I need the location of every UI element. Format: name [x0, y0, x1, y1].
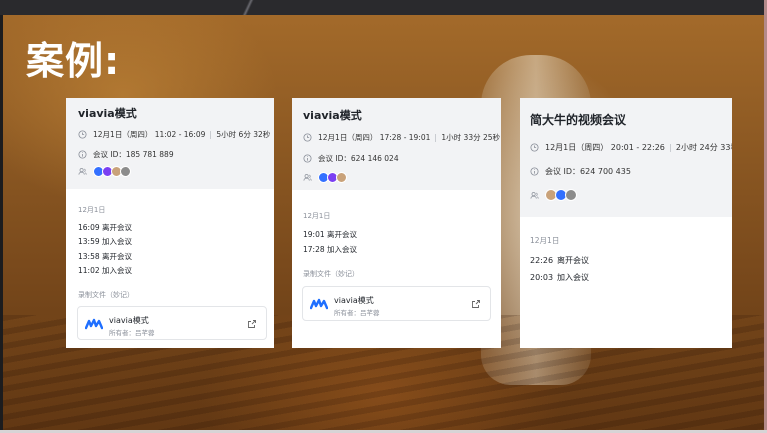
info-icon	[530, 167, 539, 176]
file-name: viavia模式	[334, 296, 374, 305]
meeting-time: 12月1日（周四） 20:01 - 22:26	[545, 143, 665, 152]
participants-row[interactable]	[303, 172, 347, 183]
meeting-card-header: viavia模式 12月1日（周四） 17:28 - 19:01 1小时 33分…	[292, 98, 501, 190]
recording-file[interactable]: viavia模式 所有者：吕芊蓉	[77, 306, 267, 340]
event-row: 13:59 加入会议	[78, 237, 132, 246]
file-owner: 所有者：吕芊蓉	[334, 309, 380, 317]
meeting-time-row: 12月1日（周四） 20:01 - 22:26 2小时 24分 33秒	[530, 142, 732, 153]
avatar[interactable]	[336, 172, 347, 183]
minutes-logo-icon	[310, 298, 328, 310]
window-top-bar	[0, 0, 767, 15]
event-date: 12月1日	[78, 206, 106, 214]
divider	[669, 143, 671, 152]
event-date: 12月1日	[530, 236, 560, 245]
meeting-id: 会议 ID：624 146 024	[318, 154, 399, 163]
participant-avatars[interactable]	[93, 166, 131, 177]
recording-section-title: 录制文件（妙记）	[303, 270, 359, 278]
meeting-card[interactable]: 简大牛的视频会议 12月1日（周四） 20:01 - 22:26 2小时 24分…	[520, 98, 732, 348]
divider	[435, 133, 437, 142]
event-row: 20:03 加入会议	[530, 273, 589, 282]
clock-icon	[303, 133, 312, 142]
event-row: 11:02 加入会议	[78, 266, 132, 275]
event-row: 22:26 离开会议	[530, 256, 589, 265]
event-row: 13:58 离开会议	[78, 252, 132, 261]
participants-icon	[530, 191, 539, 200]
meeting-id: 会议 ID：185 781 889	[93, 150, 174, 159]
meeting-card-header: 简大牛的视频会议 12月1日（周四） 20:01 - 22:26 2小时 24分…	[520, 98, 732, 217]
participants-row[interactable]	[530, 189, 577, 201]
meeting-id-row: 会议 ID：624 700 435	[530, 166, 631, 177]
participant-avatars[interactable]	[545, 189, 577, 201]
participants-icon	[78, 167, 87, 176]
share-icon[interactable]	[247, 319, 257, 329]
minutes-logo-icon	[85, 318, 103, 330]
event-row: 16:09 离开会议	[78, 223, 132, 232]
divider	[210, 130, 212, 139]
clock-icon	[530, 143, 539, 152]
meeting-card[interactable]: viavia模式 12月1日（周四） 17:28 - 19:01 1小时 33分…	[292, 98, 501, 348]
clock-icon	[78, 130, 87, 139]
meeting-id: 会议 ID：624 700 435	[545, 167, 631, 176]
meeting-time-row: 12月1日（周四） 17:28 - 19:01 1小时 33分 25秒	[303, 132, 500, 143]
meeting-time: 12月1日（周四） 17:28 - 19:01	[318, 133, 431, 142]
meeting-duration: 5小时 6分 32秒	[216, 130, 271, 139]
event-date: 12月1日	[303, 212, 331, 220]
participants-row[interactable]	[78, 166, 131, 177]
meeting-id-row: 会议 ID：185 781 889	[78, 149, 174, 160]
avatar[interactable]	[565, 189, 577, 201]
meeting-id-row: 会议 ID：624 146 024	[303, 153, 399, 164]
meeting-name: viavia模式	[303, 109, 362, 122]
meeting-name: 简大牛的视频会议	[530, 113, 627, 127]
recording-file[interactable]: viavia模式 所有者：吕芊蓉	[302, 286, 491, 321]
info-icon	[303, 154, 312, 163]
meeting-name: viavia模式	[78, 107, 137, 120]
event-row: 17:28 加入会议	[303, 245, 357, 254]
slide-title: 案例:	[26, 39, 121, 83]
meeting-card-header: viavia模式 12月1日（周四） 11:02 - 16:09 5小时 6分 …	[66, 98, 274, 189]
event-row: 19:01 离开会议	[303, 230, 357, 239]
file-name: viavia模式	[109, 316, 149, 325]
recording-section-title: 录制文件（妙记）	[78, 291, 134, 299]
share-icon[interactable]	[471, 299, 481, 309]
meeting-card[interactable]: viavia模式 12月1日（周四） 11:02 - 16:09 5小时 6分 …	[66, 98, 274, 348]
avatar[interactable]	[120, 166, 131, 177]
info-icon	[78, 150, 87, 159]
participant-avatars[interactable]	[318, 172, 347, 183]
file-owner: 所有者：吕芊蓉	[109, 329, 155, 337]
meeting-duration: 1小时 33分 25秒	[441, 133, 501, 142]
meeting-duration: 2小时 24分 33秒	[675, 143, 732, 152]
meeting-time-row: 12月1日（周四） 11:02 - 16:09 5小时 6分 32秒	[78, 129, 270, 140]
meeting-time: 12月1日（周四） 11:02 - 16:09	[93, 130, 206, 139]
participants-icon	[303, 173, 312, 182]
